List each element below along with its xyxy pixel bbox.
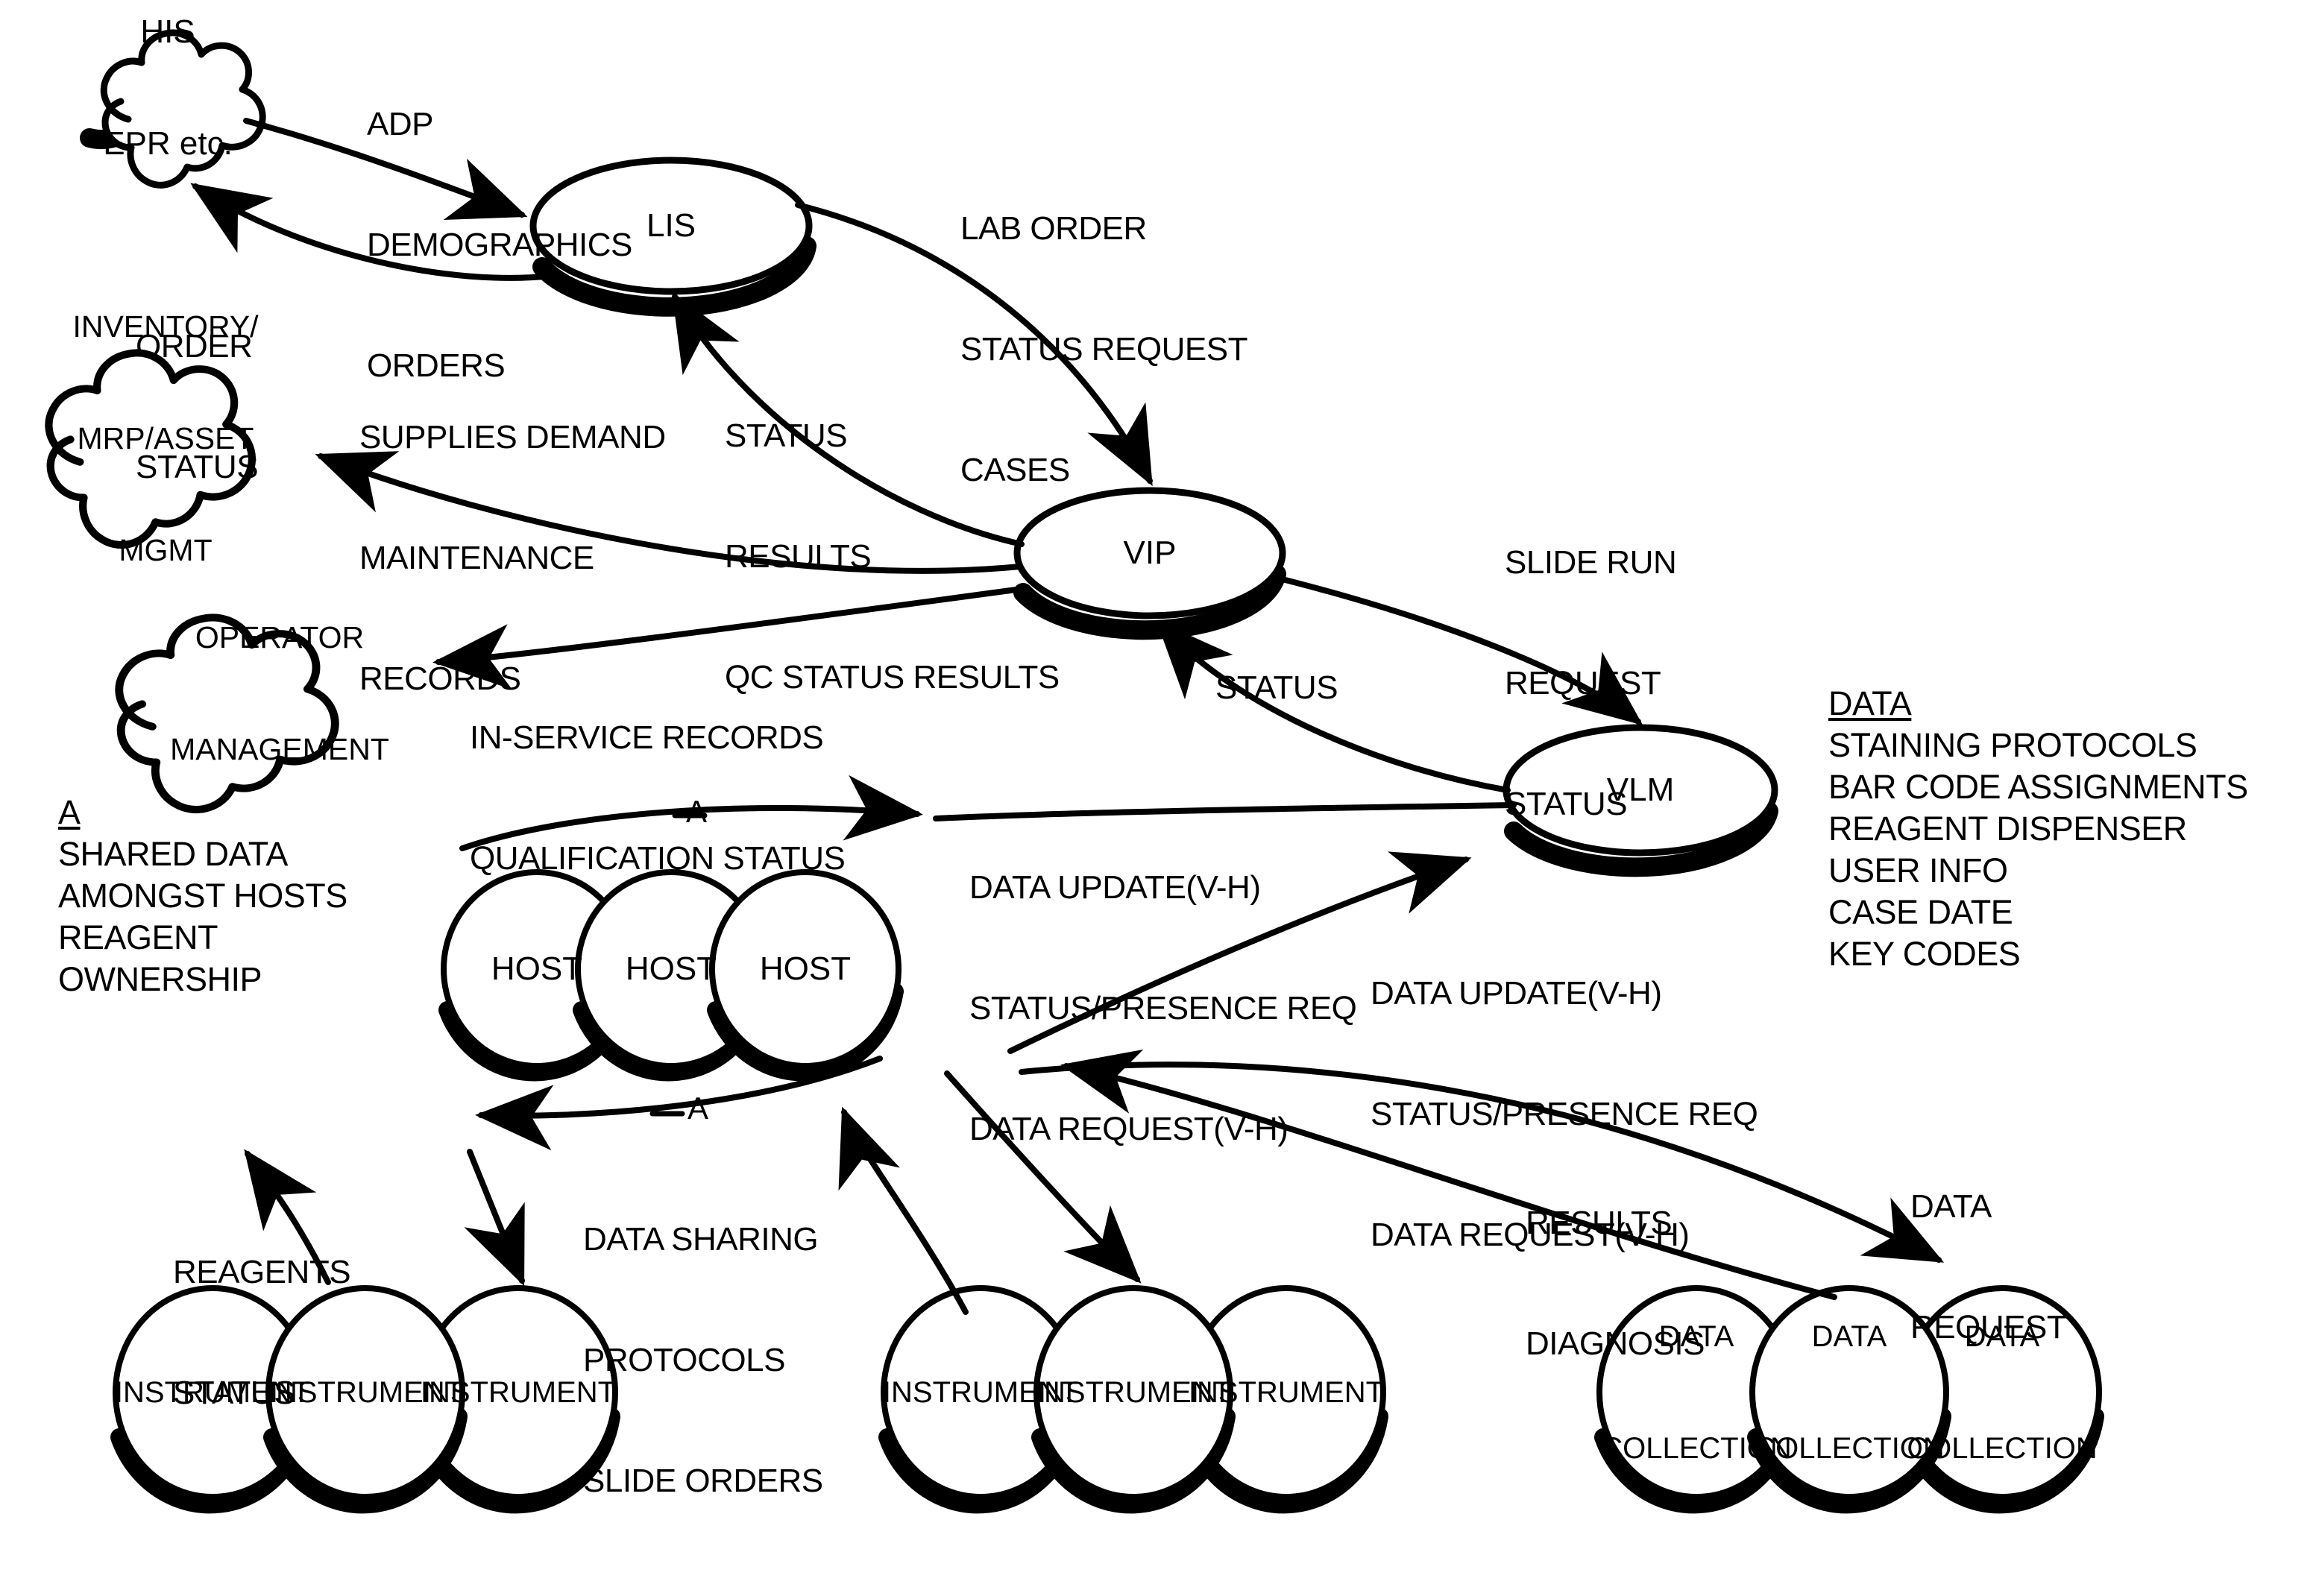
data-legend-note: DATA STAINING PROTOCOLS BAR CODE ASSIGNM… <box>1828 683 2248 975</box>
data-update-hosts-line-2: STATUS/PRESENCE REQ <box>969 990 1357 1026</box>
edge-label-data-update-hosts: DATA UPDATE(V-H) STATUS/PRESENCE REQ DAT… <box>969 787 1357 1230</box>
shared-data-note-line-1: SHARED DATA <box>58 835 288 873</box>
lab-order-line-1: LAB ORDER <box>960 210 1147 247</box>
data-sharing-line-2: PROTOCOLS <box>583 1342 785 1378</box>
his-cloud-shape <box>80 29 266 189</box>
order-status-line-1: ORDER <box>136 328 253 365</box>
data-update-vlm-line-1: DATA UPDATE(V-H) <box>1371 975 1662 1012</box>
operator-cloud-shape <box>115 614 339 814</box>
shared-data-note-line-4: OWNERSHIP <box>58 960 262 998</box>
status-results-line-2: RESULTS <box>725 538 872 575</box>
data-request-line-2: REQUEST <box>1910 1309 2067 1346</box>
diagram-canvas: HIS EPR etc. INVENTORY/ MRP/ASSET MGMT O… <box>0 0 2319 1596</box>
in-service-line-2: QUALIFICATION STATUS <box>470 840 846 877</box>
supplies-line-1: SUPPLIES DEMAND <box>359 419 666 455</box>
data-update-hosts-line-1: DATA UPDATE(V-H) <box>969 869 1261 906</box>
data-legend-line-2: BAR CODE ASSIGNMENTS <box>1828 768 2248 806</box>
data-legend-heading: DATA <box>1828 684 1912 722</box>
data-legend-line-3: REAGENT DISPENSER <box>1828 810 2187 848</box>
edge-label-results-diagnosis: RESULTS DIAGNOSIS <box>1526 1123 1705 1445</box>
shared-data-note: A SHARED DATA AMONGST HOSTS REAGENT OWNE… <box>58 792 347 1000</box>
edge-instruments2-to-hosts <box>838 1106 969 1315</box>
data-sharing-line-3: SLIDE ORDERS <box>583 1463 823 1499</box>
adp-line-1: ADP <box>367 106 433 142</box>
reagents-line-2: STATUS <box>173 1375 296 1411</box>
data-legend-line-1: STAINING PROTOCOLS <box>1828 726 2197 764</box>
data-legend-line-4: USER INFO <box>1828 851 2008 889</box>
shared-data-note-line-2: AMONGST HOSTS <box>58 877 347 915</box>
results-line-1: RESULTS <box>1526 1205 1673 1241</box>
edge-label-slide-run: SLIDE RUN REQUEST STATUS <box>1505 462 1677 905</box>
a-marker-top-label: A <box>686 794 707 829</box>
edge-label-in-service-records: IN-SERVICE RECORDS QUALIFICATION STATUS <box>470 637 846 959</box>
edge-hosts-to-instruments1 <box>464 1149 525 1287</box>
edge-label-status-vlm-vip: STATUS <box>1215 669 1338 706</box>
shared-data-note-line-3: REAGENT <box>58 918 218 956</box>
results-line-2: DIAGNOSIS <box>1526 1325 1705 1362</box>
slide-run-line-2: REQUEST <box>1505 665 1661 701</box>
data-sharing-line-1: DATA SHARING <box>583 1221 819 1258</box>
slide-run-line-1: SLIDE RUN <box>1505 544 1677 581</box>
reagents-line-1: REAGENTS <box>173 1254 351 1290</box>
in-service-line-1: IN-SERVICE RECORDS <box>470 719 824 756</box>
edge-label-data-sharing: DATA SHARING PROTOCOLS SLIDE ORDERS <box>583 1139 823 1582</box>
instrument-group-2-shapes <box>878 1285 1388 1514</box>
edge-label-data-request: DATA REQUEST <box>1910 1106 2067 1428</box>
slide-run-line-3: STATUS <box>1505 786 1628 822</box>
adp-line-2: DEMOGRAPHICS <box>367 227 632 263</box>
data-legend-line-5: CASE DATE <box>1828 893 2013 931</box>
data-legend-line-6: KEY CODES <box>1828 935 2021 973</box>
status-results-line-1: STATUS <box>725 417 848 454</box>
edge-label-reagents-status: REAGENTS STATUS <box>173 1172 351 1494</box>
edge-label-order-status: ORDER STATUS <box>136 246 259 568</box>
data-update-hosts-line-3: DATA REQUEST(V-H) <box>969 1111 1288 1147</box>
order-status-line-2: STATUS <box>136 449 259 485</box>
shared-data-note-heading: A <box>58 793 81 831</box>
data-request-line-1: DATA <box>1910 1188 1992 1225</box>
supplies-line-2: MAINTENANCE <box>359 540 594 576</box>
a-marker-bottom-label: A <box>687 1091 708 1126</box>
